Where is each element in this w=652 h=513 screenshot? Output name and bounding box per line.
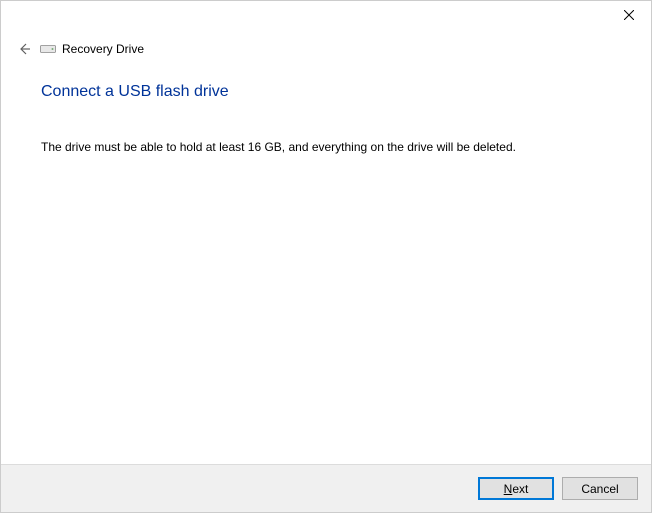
next-button[interactable]: Next — [478, 477, 554, 500]
back-button[interactable] — [14, 39, 34, 59]
next-button-suffix: ext — [512, 482, 528, 496]
recovery-drive-icon — [40, 43, 56, 55]
page-heading: Connect a USB flash drive — [41, 83, 611, 101]
page-body-text: The drive must be able to hold at least … — [41, 139, 611, 156]
titlebar — [606, 1, 651, 31]
back-arrow-icon — [16, 41, 32, 57]
wizard-title: Recovery Drive — [62, 42, 144, 56]
cancel-button[interactable]: Cancel — [562, 477, 638, 500]
footer-bar: Next Cancel — [1, 464, 651, 512]
next-button-accel: N — [504, 482, 513, 496]
close-icon — [624, 10, 634, 20]
content-area: Connect a USB flash drive The drive must… — [41, 83, 611, 156]
wizard-header: Recovery Drive — [14, 39, 144, 59]
close-button[interactable] — [606, 1, 651, 29]
